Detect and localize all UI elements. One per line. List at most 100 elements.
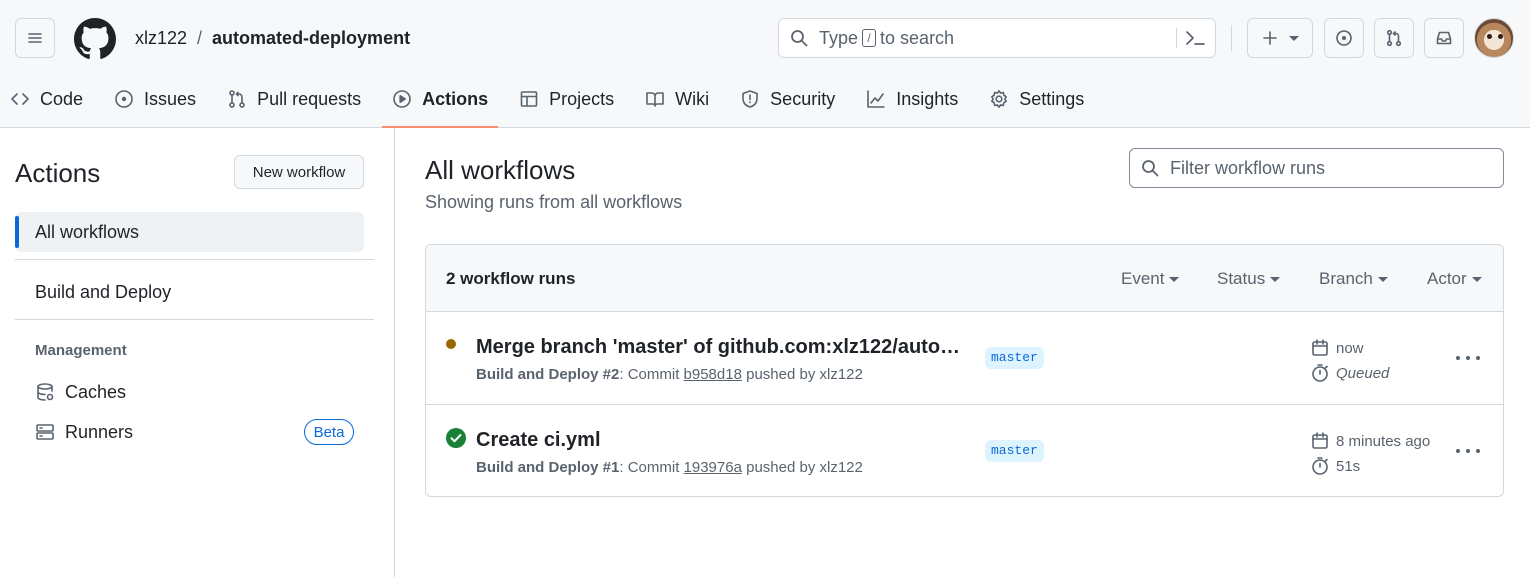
- new-workflow-button[interactable]: New workflow: [234, 155, 364, 189]
- table-row[interactable]: Create ci.yml Build and Deploy #1: Commi…: [426, 404, 1503, 496]
- command-palette-icon[interactable]: [1184, 28, 1206, 48]
- event-filter-menu[interactable]: Event: [1121, 269, 1180, 289]
- run-time-text: now: [1336, 339, 1364, 357]
- repo-owner-link[interactable]: xlz122: [135, 28, 187, 49]
- tab-pull-requests[interactable]: Pull requests: [217, 78, 371, 120]
- kebab-horizontal-icon[interactable]: [1456, 441, 1480, 461]
- status-queued-dot-icon: [446, 339, 456, 349]
- sidebar-item-caches[interactable]: Caches: [35, 377, 126, 407]
- workflow-runs-list: 2 workflow runs Event Status Branch Acto…: [425, 244, 1504, 497]
- tab-label: Projects: [549, 88, 615, 109]
- pull-requests-button[interactable]: [1374, 18, 1414, 58]
- run-meta-prefix: : Commit: [619, 459, 680, 476]
- git-pull-request-icon: [229, 90, 245, 108]
- sidebar-title: Actions: [15, 158, 101, 188]
- tab-security[interactable]: Security: [730, 78, 845, 120]
- database-icon: [37, 383, 54, 401]
- tab-label: Insights: [896, 88, 959, 109]
- tab-code[interactable]: Code: [0, 78, 93, 120]
- branch-label[interactable]: master: [985, 347, 1044, 369]
- tab-issues[interactable]: Issues: [104, 78, 206, 120]
- search-placeholder: Type / to search: [819, 28, 954, 49]
- hamburger-icon: [28, 33, 42, 43]
- actions-sidebar: Actions New workflow All workflows Build…: [0, 128, 395, 577]
- filter-menu-label: Branch: [1319, 269, 1373, 288]
- run-title-link[interactable]: Create ci.yml: [476, 429, 961, 452]
- sidebar-divider: [15, 319, 374, 320]
- run-meta-prefix: : Commit: [619, 366, 680, 383]
- calendar-icon: [1312, 432, 1328, 449]
- sidebar-item-build-and-deploy[interactable]: Build and Deploy: [15, 272, 364, 312]
- branch-label[interactable]: master: [985, 440, 1044, 462]
- run-duration: Queued: [1310, 363, 1389, 383]
- filter-menu-label: Status: [1217, 269, 1266, 288]
- search-shortcut-key: /: [862, 29, 877, 47]
- chevron-down-icon: [1289, 35, 1299, 41]
- code-icon: [11, 93, 29, 105]
- commit-sha-link[interactable]: b958d18: [684, 366, 742, 383]
- tab-label: Actions: [422, 88, 489, 109]
- create-new-button[interactable]: [1247, 18, 1313, 58]
- github-logo-icon[interactable]: [74, 18, 116, 60]
- sidebar-item-label: All workflows: [35, 221, 140, 242]
- stopwatch-icon: [1312, 364, 1328, 382]
- shield-icon: [742, 90, 758, 108]
- stopwatch-icon: [1312, 457, 1328, 475]
- run-duration-text: 51s: [1336, 457, 1361, 475]
- header-divider: [1231, 25, 1232, 51]
- global-search-input[interactable]: Type / to search: [778, 18, 1216, 58]
- inbox-button[interactable]: [1424, 18, 1464, 58]
- tab-label: Issues: [144, 88, 197, 109]
- search-divider: [1176, 28, 1177, 48]
- sidebar-item-label: Build and Deploy: [35, 281, 172, 302]
- run-meta-suffix: pushed by xlz122: [746, 459, 863, 476]
- status-filter-menu[interactable]: Status: [1217, 269, 1281, 289]
- branch-filter-menu[interactable]: Branch: [1319, 269, 1388, 289]
- run-meta: Build and Deploy #2: Commit b958d18 push…: [476, 366, 863, 383]
- play-icon: [393, 90, 411, 108]
- repo-name-link[interactable]: automated-deployment: [212, 28, 410, 49]
- filter-menu-label: Event: [1121, 269, 1165, 288]
- issue-opened-icon: [115, 90, 133, 108]
- run-workflow-name: Build and Deploy #2: [476, 366, 620, 383]
- search-placeholder-prefix: Type: [819, 27, 859, 48]
- run-time-text: 8 minutes ago: [1336, 432, 1431, 450]
- sidebar-divider: [15, 259, 374, 260]
- filter-runs-input[interactable]: [1170, 157, 1490, 179]
- issues-button[interactable]: [1324, 18, 1364, 58]
- repo-header: xlz122 / automated-deployment Type / to …: [0, 0, 1530, 128]
- search-placeholder-suffix: to search: [880, 27, 955, 48]
- tab-insights[interactable]: Insights: [856, 78, 968, 120]
- chevron-down-icon: [1377, 276, 1388, 282]
- tab-wiki[interactable]: Wiki: [635, 78, 719, 120]
- kebab-horizontal-icon[interactable]: [1456, 348, 1480, 368]
- git-pull-request-icon: [1386, 29, 1402, 47]
- calendar-icon: [1312, 339, 1328, 356]
- commit-sha-link[interactable]: 193976a: [684, 459, 742, 476]
- inbox-icon: [1436, 31, 1452, 45]
- run-date: 8 minutes ago: [1310, 431, 1430, 451]
- tab-actions[interactable]: Actions: [382, 78, 499, 128]
- run-date: now: [1310, 338, 1364, 358]
- run-title-link[interactable]: Merge branch 'master' of github.com:xlz1…: [476, 336, 961, 359]
- table-row[interactable]: Merge branch 'master' of github.com:xlz1…: [426, 312, 1503, 404]
- chevron-down-icon: [1270, 276, 1281, 282]
- menu-button[interactable]: [15, 18, 55, 58]
- tab-label: Code: [40, 88, 84, 109]
- actor-filter-menu[interactable]: Actor: [1427, 269, 1482, 289]
- user-avatar[interactable]: [1474, 18, 1514, 58]
- sidebar-item-runners[interactable]: Runners: [35, 417, 133, 447]
- tab-projects[interactable]: Projects: [509, 78, 624, 120]
- run-duration: 51s: [1310, 456, 1360, 476]
- sidebar-item-all-workflows[interactable]: All workflows: [15, 212, 364, 252]
- search-icon: [791, 30, 808, 47]
- tab-settings[interactable]: Settings: [979, 78, 1094, 120]
- chevron-down-icon: [1471, 276, 1482, 282]
- book-icon: [646, 92, 664, 107]
- sidebar-item-label: Runners: [65, 421, 134, 442]
- management-heading: Management: [35, 342, 127, 359]
- tab-label: Settings: [1019, 88, 1085, 109]
- runs-list-header: 2 workflow runs Event Status Branch Acto…: [426, 245, 1503, 312]
- issue-opened-icon: [1336, 30, 1352, 46]
- filter-runs-field[interactable]: [1129, 148, 1504, 188]
